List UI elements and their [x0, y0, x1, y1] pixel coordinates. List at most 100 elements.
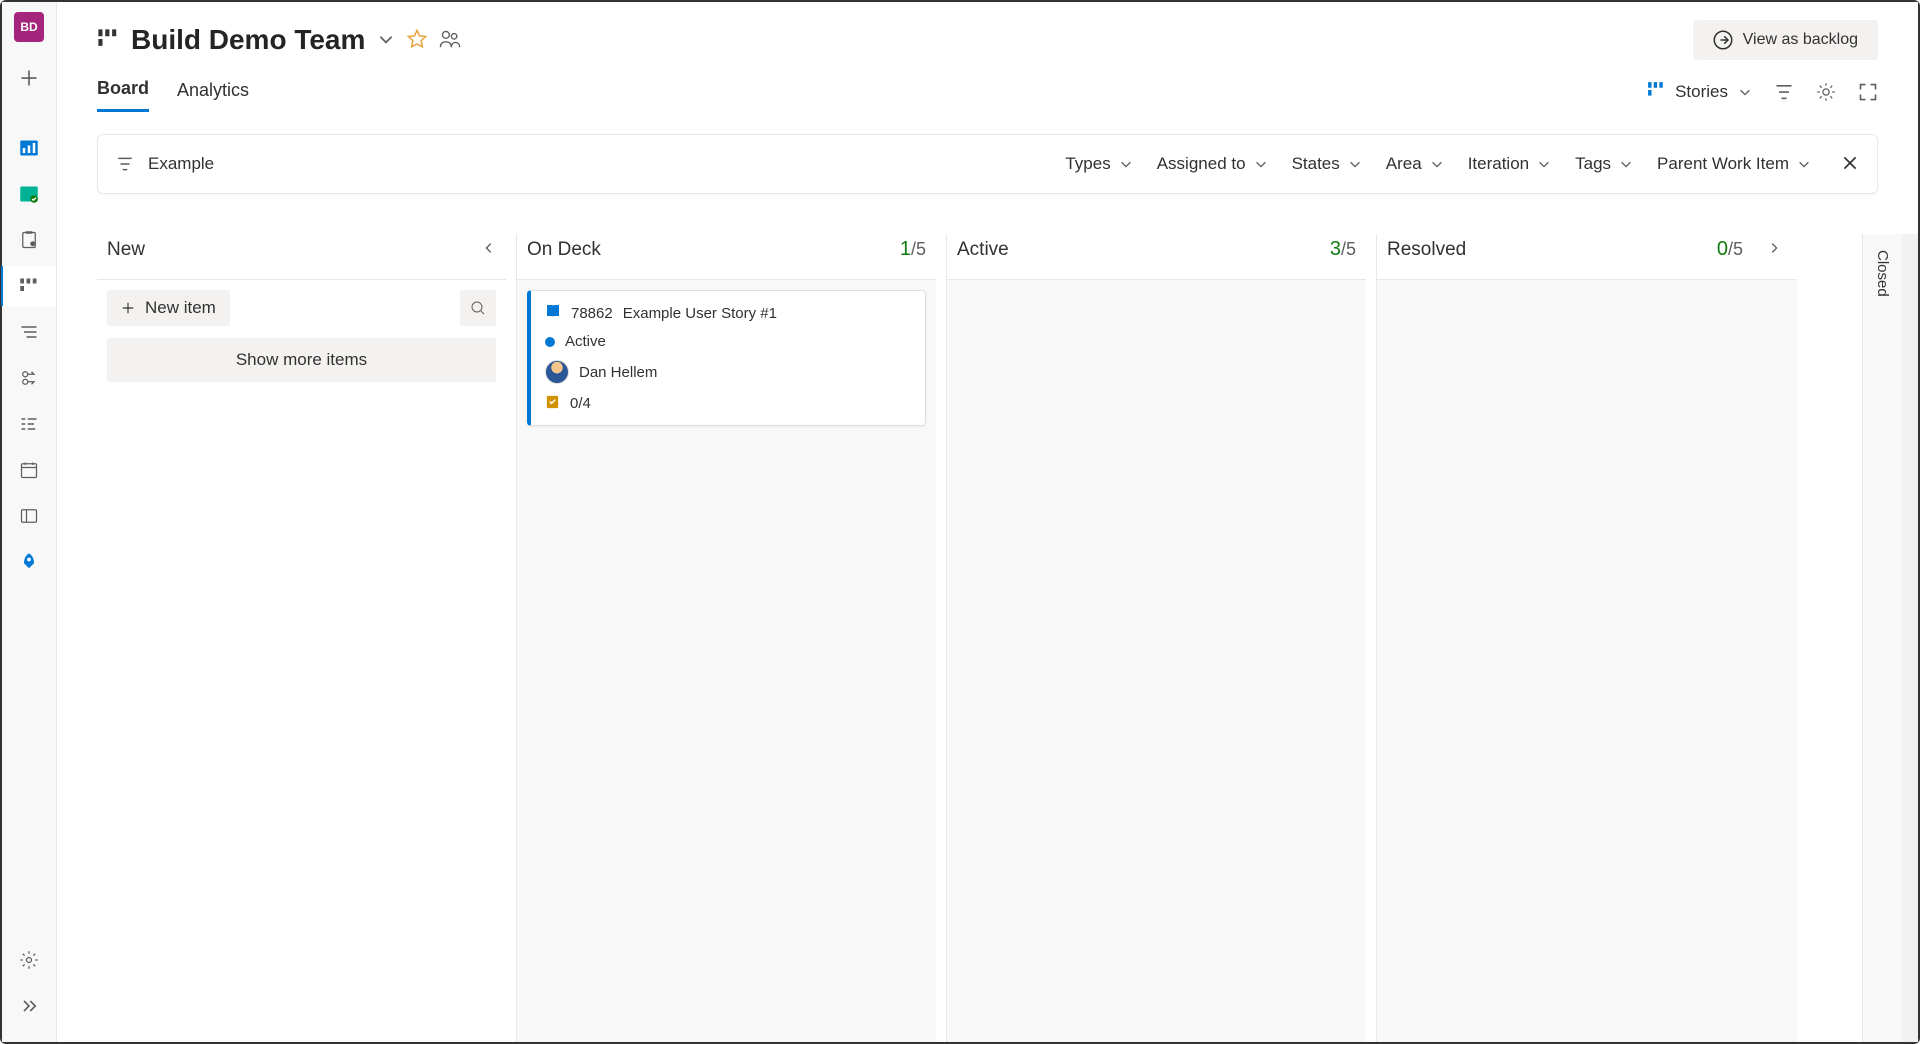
star-icon	[407, 29, 427, 49]
nav-backlogs[interactable]	[9, 312, 49, 352]
team-board-icon	[97, 28, 119, 53]
nav-boards[interactable]	[9, 174, 49, 214]
chevron-down-icon	[1537, 157, 1551, 171]
board-settings[interactable]	[1816, 82, 1836, 102]
filter-keyword[interactable]: Example	[116, 154, 214, 174]
nav-sprints[interactable]	[9, 358, 49, 398]
wip-indicator: 3/5	[1330, 238, 1356, 261]
nav-overview[interactable]	[9, 128, 49, 168]
dashboard-icon	[19, 138, 39, 158]
filter-assigned[interactable]: Assigned to	[1153, 148, 1272, 180]
sprint-icon	[19, 368, 39, 388]
queries-icon	[19, 414, 39, 434]
calendar-icon	[19, 460, 39, 480]
nav-plans[interactable]	[9, 450, 49, 490]
clipboard-icon	[19, 230, 39, 250]
assignee-avatar	[545, 360, 569, 384]
card-assignee: Dan Hellem	[579, 364, 657, 381]
chevron-right-icon	[1767, 241, 1781, 255]
favorite-toggle[interactable]	[407, 29, 427, 52]
checklist-icon	[545, 394, 560, 413]
nav-settings[interactable]	[9, 940, 49, 980]
filter-toggle[interactable]	[1774, 82, 1794, 102]
backlog-icon	[19, 322, 39, 342]
card-state: Active	[565, 333, 606, 350]
search-icon	[470, 300, 486, 316]
column-closed-collapsed[interactable]: Closed	[1862, 234, 1902, 1042]
chevron-down-icon	[1738, 85, 1752, 99]
project-avatar[interactable]: BD	[14, 12, 44, 42]
filter-icon	[1774, 82, 1794, 102]
filter-area[interactable]: Area	[1382, 148, 1448, 180]
chevron-down-icon	[1254, 157, 1268, 171]
column-ondeck: On Deck 1/5 78862 Example User Story #1	[517, 234, 947, 1042]
view-as-backlog-button[interactable]: View as backlog	[1693, 20, 1878, 60]
card-title: Example User Story #1	[623, 305, 777, 322]
fullscreen-toggle[interactable]	[1858, 82, 1878, 102]
backlog-button-label: View as backlog	[1743, 31, 1858, 49]
filter-lines-icon	[116, 155, 134, 173]
plus-icon	[19, 68, 39, 88]
filter-close[interactable]	[1841, 154, 1859, 175]
gear-icon	[1816, 82, 1836, 102]
column-search[interactable]	[460, 290, 496, 326]
chevron-down-icon	[1348, 157, 1362, 171]
chevron-double-right-icon	[19, 996, 39, 1016]
column-title: On Deck	[527, 239, 601, 261]
tab-analytics[interactable]: Analytics	[177, 80, 249, 111]
chevron-down-icon	[1430, 157, 1444, 171]
nav-delivery[interactable]	[9, 496, 49, 536]
column-title: New	[107, 239, 145, 261]
nav-queries[interactable]	[9, 404, 49, 444]
column-title: Active	[957, 239, 1009, 261]
chevron-down-icon	[377, 30, 395, 48]
scrollbar[interactable]	[1902, 234, 1918, 1042]
filter-tags[interactable]: Tags	[1571, 148, 1637, 180]
nav-add[interactable]	[9, 58, 49, 98]
kanban-board: New New item	[57, 234, 1862, 1042]
filter-types[interactable]: Types	[1061, 148, 1136, 180]
view-tabs: Board Analytics Stories	[57, 60, 1918, 112]
new-item-label: New item	[145, 298, 216, 318]
chevron-left-icon	[482, 241, 496, 255]
work-item-card[interactable]: 78862 Example User Story #1 Active Dan H…	[527, 290, 926, 426]
page-header: Build Demo Team View as backlog	[57, 2, 1918, 60]
plus-icon	[121, 301, 135, 315]
filter-parent[interactable]: Parent Work Item	[1653, 148, 1815, 180]
close-icon	[1841, 154, 1859, 172]
user-story-icon	[545, 303, 561, 323]
nav-expand[interactable]	[9, 986, 49, 1026]
fullscreen-icon	[1858, 82, 1878, 102]
nav-workitems[interactable]	[9, 220, 49, 260]
main-content: Build Demo Team View as backlog Board An…	[57, 2, 1918, 1042]
chevron-down-icon	[1119, 157, 1133, 171]
global-sidebar: BD	[2, 2, 57, 1042]
filter-iteration[interactable]: Iteration	[1464, 148, 1555, 180]
filter-bar: Example Types Assigned to States Area It…	[97, 134, 1878, 194]
nav-board-active[interactable]	[1, 266, 56, 306]
filter-keyword-text: Example	[148, 154, 214, 174]
column-resolved: Resolved 0/5	[1377, 234, 1807, 1042]
state-dot-icon	[545, 337, 555, 347]
backlog-level-selector[interactable]: Stories	[1647, 81, 1752, 104]
scroll-next[interactable]	[1761, 234, 1787, 267]
show-more-button[interactable]: Show more items	[107, 338, 496, 382]
backlog-level-label: Stories	[1675, 82, 1728, 102]
nav-pipelines[interactable]	[9, 542, 49, 582]
filter-states[interactable]: States	[1288, 148, 1366, 180]
wip-indicator: 1/5	[900, 238, 926, 261]
boards-icon	[19, 184, 39, 204]
column-collapse[interactable]	[482, 239, 496, 261]
rocket-icon	[19, 552, 39, 572]
gear-icon	[19, 950, 39, 970]
new-item-button[interactable]: New item	[107, 290, 230, 326]
team-dropdown[interactable]	[377, 30, 395, 51]
kanban-icon	[19, 276, 39, 296]
tab-board[interactable]: Board	[97, 78, 149, 112]
wip-indicator: 0/5	[1717, 238, 1743, 261]
team-title[interactable]: Build Demo Team	[131, 24, 365, 56]
team-members[interactable]	[439, 28, 461, 53]
arrow-circle-icon	[1713, 30, 1733, 50]
stories-icon	[1647, 81, 1665, 104]
column-title: Resolved	[1387, 239, 1466, 261]
